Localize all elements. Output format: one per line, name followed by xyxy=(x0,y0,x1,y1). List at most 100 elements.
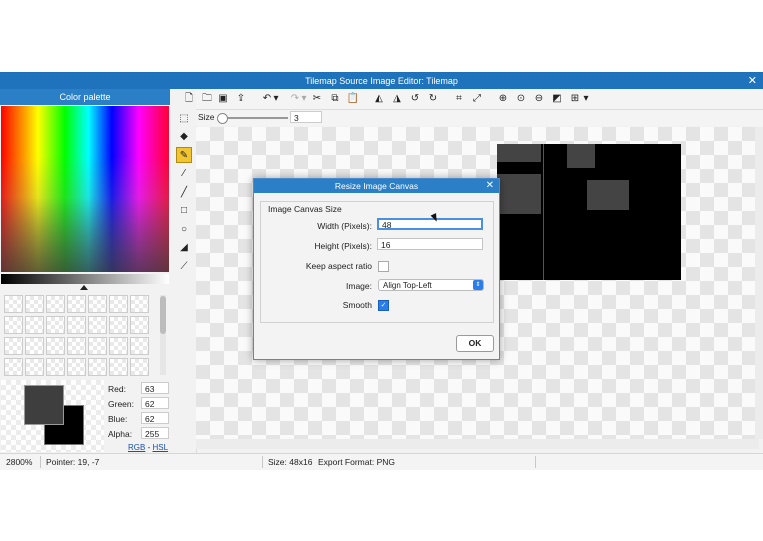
smooth-checkbox[interactable]: ✓ xyxy=(378,300,389,311)
swatch[interactable] xyxy=(109,358,128,376)
brightness-marker-icon[interactable] xyxy=(80,285,88,290)
canvas-horizontal-scrollbar[interactable] xyxy=(196,439,759,449)
rgb-link[interactable]: RGB xyxy=(128,443,145,452)
image-align-select[interactable]: Align Top-Left ⇕ xyxy=(378,279,484,291)
status-bar: 2800% Pointer: 19, -7 Size: 48x16 Export… xyxy=(0,453,763,470)
size-slider-knob[interactable] xyxy=(217,113,228,124)
tool-column: ⬚ ◆ ✎ ⁄ ╱ □ ○ ◢ ⟋ xyxy=(172,89,197,453)
grid-dropdown-icon[interactable]: ▾ xyxy=(582,91,590,107)
palette-header: Color palette xyxy=(0,89,170,105)
select-arrows-icon: ⇕ xyxy=(473,280,483,290)
swatch[interactable] xyxy=(130,358,149,376)
swatch[interactable] xyxy=(46,337,65,355)
undo-dropdown-icon[interactable]: ▾ xyxy=(272,91,280,107)
pencil-icon[interactable]: ✎ xyxy=(176,147,192,163)
canvas-vertical-scrollbar[interactable] xyxy=(755,127,763,439)
size-input[interactable]: 3 xyxy=(290,111,322,123)
swatch[interactable] xyxy=(4,337,23,355)
swatch[interactable] xyxy=(25,358,44,376)
select-icon[interactable]: ⬚ xyxy=(176,111,192,127)
export-icon[interactable]: ⇪ xyxy=(234,91,248,107)
swatch[interactable] xyxy=(88,337,107,355)
height-input[interactable]: 16 xyxy=(377,238,483,250)
zoom-in-icon[interactable]: ⊕ xyxy=(496,91,510,107)
alpha-label: Alpha: xyxy=(108,429,133,439)
toggle-background-icon[interactable]: ◩ xyxy=(550,91,564,107)
resize-canvas-icon[interactable]: ⤢ xyxy=(470,91,484,107)
swatch[interactable] xyxy=(109,295,128,313)
tile-guide-line xyxy=(543,144,544,280)
status-divider xyxy=(262,456,263,468)
swatch[interactable] xyxy=(4,358,23,376)
swatch[interactable] xyxy=(25,337,44,355)
group-label: Image Canvas Size xyxy=(268,204,342,214)
paste-icon[interactable]: 📋 xyxy=(346,91,360,107)
fill-bucket-icon[interactable]: ◢ xyxy=(176,240,192,256)
swatch[interactable] xyxy=(109,316,128,334)
dialog-close-icon[interactable]: ✕ xyxy=(486,179,494,193)
swatch[interactable] xyxy=(46,358,65,376)
red-input[interactable]: 63 xyxy=(141,382,169,394)
grid-icon[interactable]: ⊞ xyxy=(568,91,582,107)
save-icon[interactable]: ▣ xyxy=(216,91,230,107)
swatch[interactable] xyxy=(130,316,149,334)
swatch[interactable] xyxy=(88,316,107,334)
window-close-icon[interactable]: ✕ xyxy=(748,73,757,89)
foreground-color-swatch[interactable] xyxy=(24,385,64,425)
width-label: Width (Pixels): xyxy=(317,221,372,231)
swatch[interactable] xyxy=(4,316,23,334)
zoom-level: 2800% xyxy=(6,457,33,467)
swatch[interactable] xyxy=(4,295,23,313)
swatch[interactable] xyxy=(130,295,149,313)
export-format: Export Format: PNG xyxy=(318,457,395,467)
eraser-icon[interactable]: ◆ xyxy=(176,129,192,145)
swatch[interactable] xyxy=(67,358,86,376)
keep-aspect-checkbox[interactable] xyxy=(378,261,389,272)
main-toolbar: 🗋 🗀 ▣ ⇪ ↶ ▾ ↷ ▾ ✂ ⧉ 📋 ◭ ◮ ↺ ↻ ⌗ ⤢ ⊕ ⊙ ⊖ … xyxy=(185,89,763,110)
rotate-right-icon[interactable]: ↻ xyxy=(426,91,440,107)
size-slider-track[interactable] xyxy=(220,117,288,119)
rotate-left-icon[interactable]: ↺ xyxy=(408,91,422,107)
swatch[interactable] xyxy=(46,295,65,313)
hsl-link[interactable]: HSL xyxy=(152,443,168,452)
alpha-input[interactable]: 255 xyxy=(141,427,169,439)
copy-icon[interactable]: ⧉ xyxy=(328,91,342,107)
brightness-ramp[interactable] xyxy=(1,274,169,284)
zoom-out-icon[interactable]: ⊖ xyxy=(532,91,546,107)
swatch[interactable] xyxy=(88,358,107,376)
tile-pixel-block xyxy=(587,180,629,210)
blue-label: Blue: xyxy=(108,414,128,424)
swatch[interactable] xyxy=(25,295,44,313)
swatch[interactable] xyxy=(109,337,128,355)
tile-pixel-block xyxy=(497,174,541,214)
resize-canvas-dialog: Resize Image Canvas ✕ Image Canvas Size … xyxy=(253,178,500,360)
swatch[interactable] xyxy=(67,316,86,334)
brush-icon[interactable]: ⁄ xyxy=(176,166,192,182)
swatch[interactable] xyxy=(46,316,65,334)
swatch[interactable] xyxy=(25,316,44,334)
width-input[interactable]: 48 xyxy=(377,218,483,230)
zoom-icon[interactable]: ⊙ xyxy=(514,91,528,107)
color-spectrum[interactable] xyxy=(1,106,169,272)
swatch-scroll-thumb[interactable] xyxy=(160,296,166,334)
crop-icon[interactable]: ⌗ xyxy=(452,91,466,107)
swatch[interactable] xyxy=(67,337,86,355)
swatch[interactable] xyxy=(130,337,149,355)
swatch[interactable] xyxy=(88,295,107,313)
redo-dropdown-icon[interactable]: ▾ xyxy=(300,91,308,107)
rectangle-icon[interactable]: □ xyxy=(176,203,192,219)
pointer-position: Pointer: 19, -7 xyxy=(46,457,100,467)
ok-button[interactable]: OK xyxy=(456,335,494,352)
blue-input[interactable]: 62 xyxy=(141,412,169,424)
ellipse-icon[interactable]: ○ xyxy=(176,222,192,238)
flip-vertical-icon[interactable]: ◮ xyxy=(390,91,404,107)
green-input[interactable]: 62 xyxy=(141,397,169,409)
eyedropper-icon[interactable]: ⟋ xyxy=(176,259,192,275)
open-folder-icon[interactable]: 🗀 xyxy=(200,91,214,107)
swatch[interactable] xyxy=(67,295,86,313)
line-icon[interactable]: ╱ xyxy=(176,185,192,201)
cut-icon[interactable]: ✂ xyxy=(310,91,324,107)
new-file-icon[interactable]: 🗋 xyxy=(182,91,196,107)
image-align-value: Align Top-Left xyxy=(383,281,432,290)
flip-horizontal-icon[interactable]: ◭ xyxy=(372,91,386,107)
